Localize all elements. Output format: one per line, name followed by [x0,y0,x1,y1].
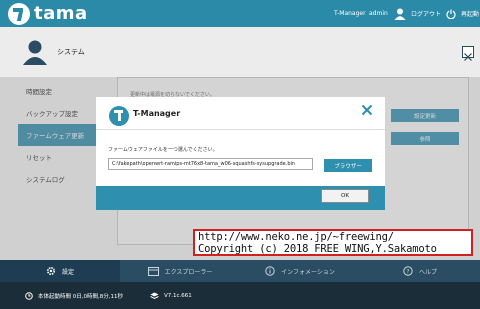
modal-footer: OK [96,186,385,210]
file-path-input[interactable]: C:\fakepath\openwrt-ramips-mt76x8-tama_w… [108,158,313,170]
tama-logo-icon [109,106,129,126]
nav-help-label: ヘルプ [418,268,437,276]
top-bar: tama T-Manager admin ログアウト 再起動 [0,0,480,27]
modal-body: ファームウェアファイルを一つ選んでください。 C:\fakepath\openw… [96,130,385,186]
logo-mark-icon [8,2,30,25]
version-status: V7.1c.661 [150,282,192,309]
user-name: admin [369,10,388,17]
bottom-nav: 設定 エクスプローラー インフォメーション ? ヘルプ [0,260,480,282]
logout-button[interactable]: ログアウト [394,0,441,27]
reboot-label: 再起動 [461,11,480,18]
close-page-button[interactable] [462,46,474,61]
status-bar: 本体起動時間 0日,0時間,8分,11秒 V7.1c.661 [0,282,480,309]
watermark-url: http://www.neko.ne.jp/~freewing/ [198,231,394,243]
nav-explorer[interactable]: エクスプローラー [120,260,240,282]
close-icon [361,104,373,116]
user-icon [394,8,406,20]
svg-text:?: ? [406,268,409,275]
copyright-watermark: http://www.neko.ne.jp/~freewing/ Copyrig… [193,229,473,256]
tama-logo[interactable]: tama [8,2,88,25]
nav-explorer-label: エクスプローラー [164,268,213,276]
browse-button[interactable]: ブラウザー [324,159,372,172]
page-header: システム [0,27,480,77]
user-silhouette-icon [23,40,47,65]
modal-header: T-Manager [96,97,385,130]
version-text: V7.1c.661 [164,292,192,299]
nav-info-label: インフォメーション [281,268,335,276]
ok-button[interactable]: OK [321,189,369,203]
app-name: T-Manager [334,10,366,17]
logo-text: tama [34,3,88,24]
modal-instruction: ファームウェアファイルを一つ選んでください。 [108,147,218,153]
info-icon [265,266,275,276]
layers-icon [150,292,159,299]
uptime-text: 本体起動時間 0日,0時間,8分,11秒 [38,293,123,300]
firmware-modal: T-Manager ファームウェアファイルを一つ選んでください。 C:\fake… [96,97,385,210]
reboot-button[interactable]: 再起動 [446,0,479,27]
uptime-status: 本体起動時間 0日,0時間,8分,11秒 [25,282,123,309]
modal-close-button[interactable] [361,104,373,119]
nav-settings-label: 設定 [61,268,74,276]
logout-label: ログアウト [411,11,442,18]
gear-icon [46,266,55,276]
power-icon [446,9,456,19]
close-icon [464,53,472,61]
folder-icon [147,266,159,276]
watermark-copyright: Copyright (c) 2018 FREE WING,Y.Sakamoto [198,242,437,255]
nav-info[interactable]: インフォメーション [240,260,360,282]
nav-help[interactable]: ? ヘルプ [360,260,480,282]
page-title: システム [57,48,85,56]
clock-icon [25,291,33,300]
help-icon: ? [403,266,413,276]
modal-title: T-Manager [133,109,181,118]
nav-settings[interactable]: 設定 [0,260,120,282]
